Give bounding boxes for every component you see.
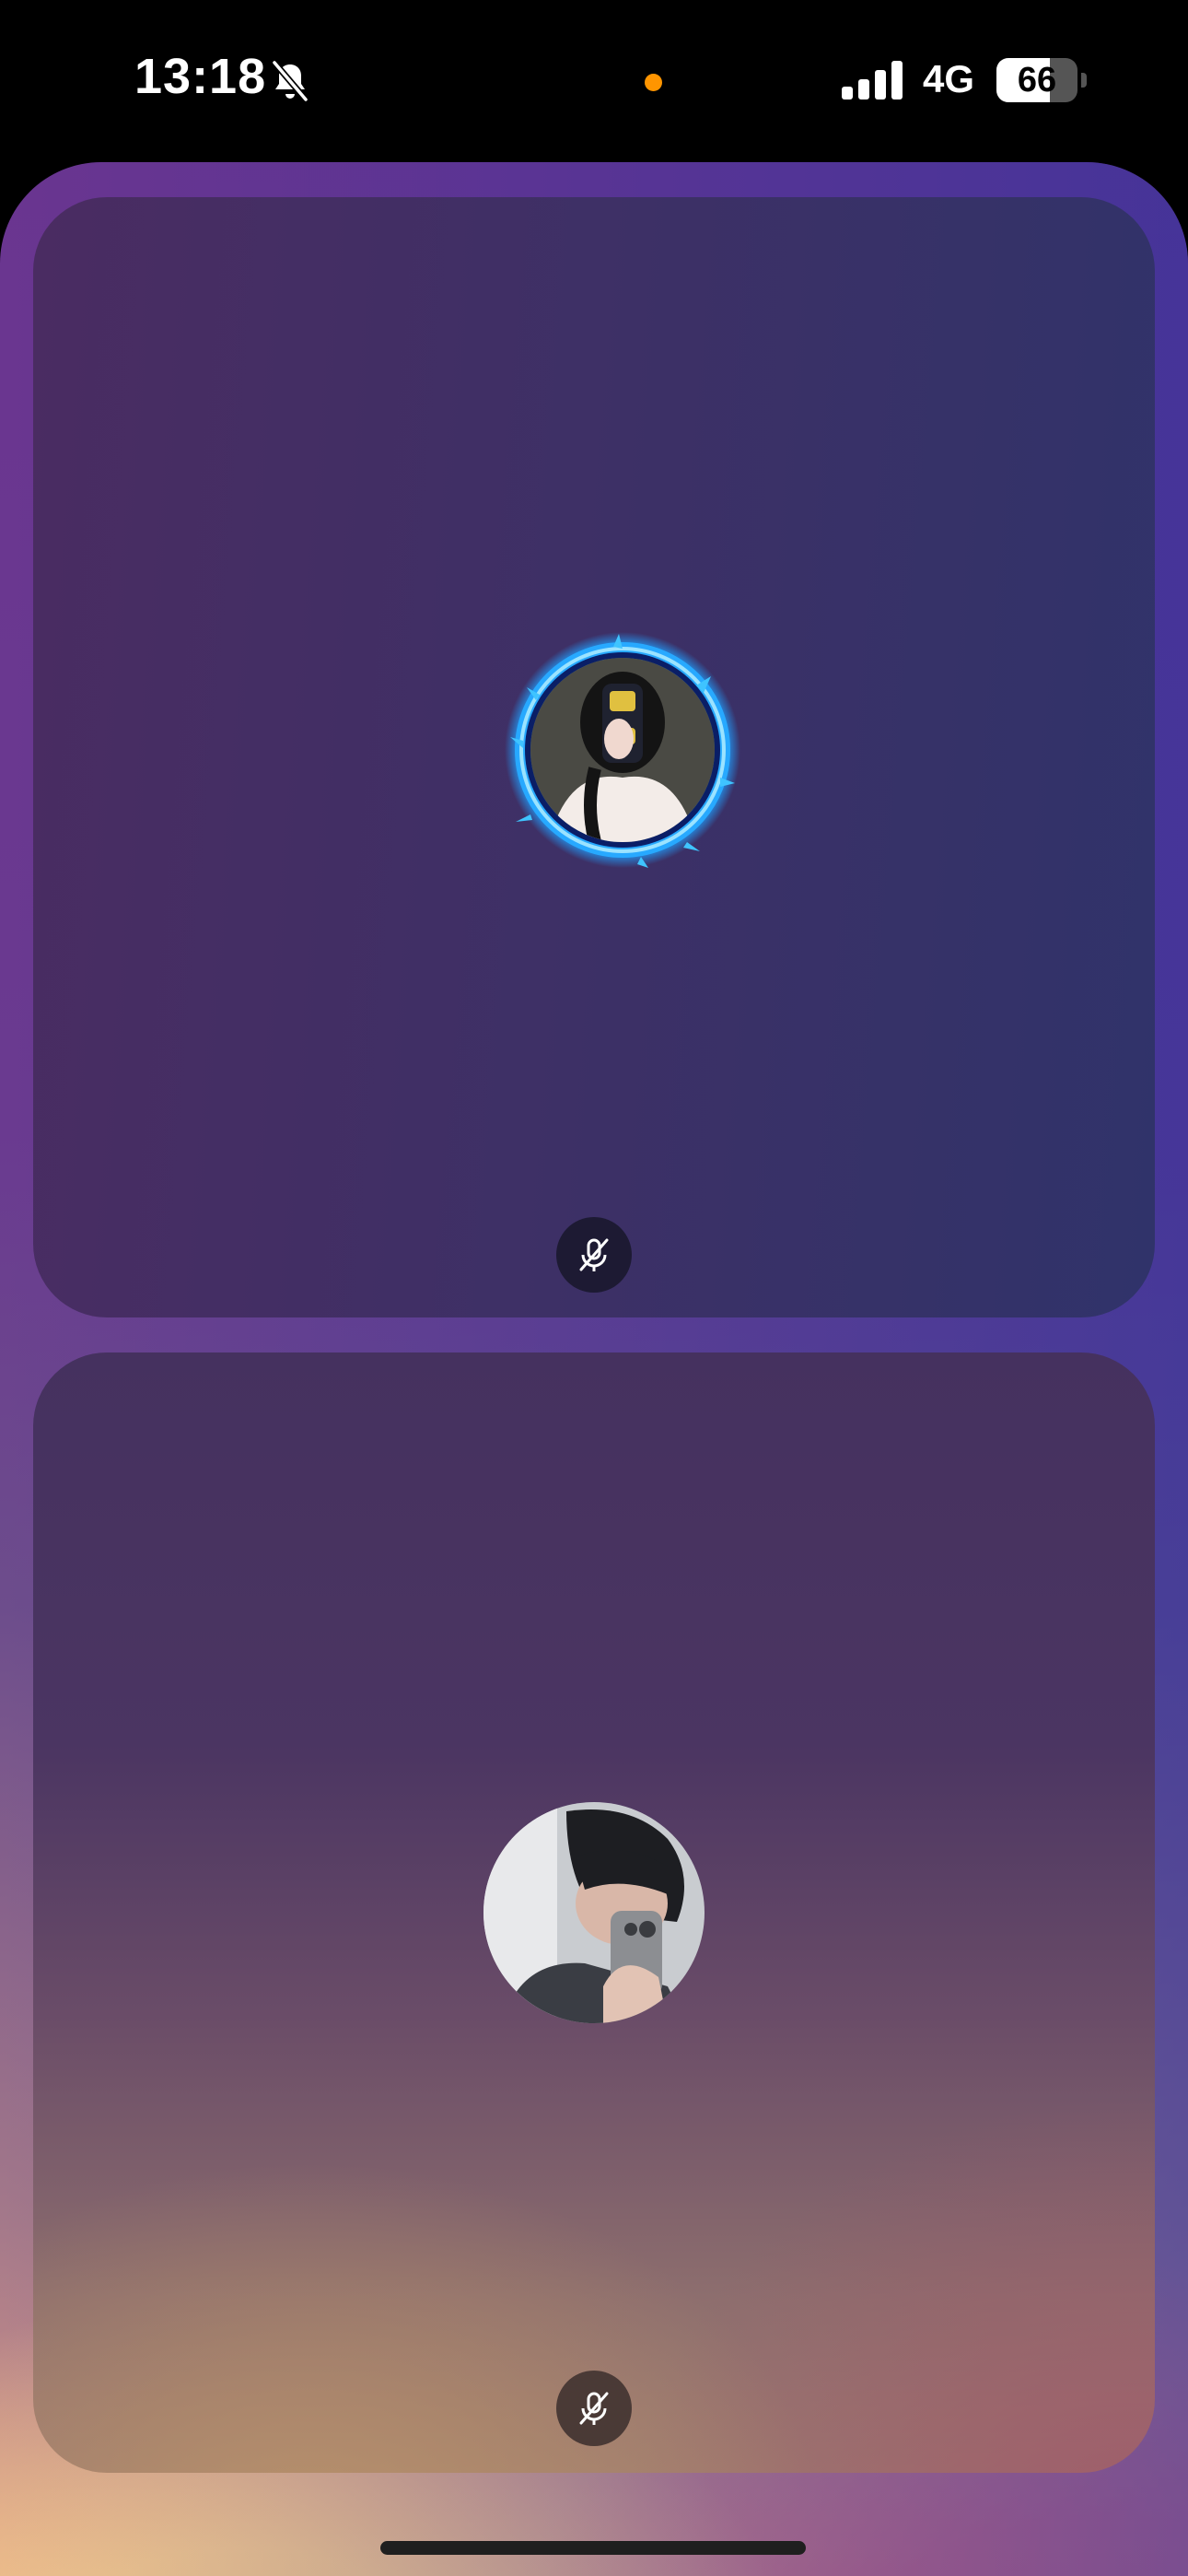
home-indicator[interactable]: [380, 2541, 806, 2555]
mic-muted-indicator-bottom: [556, 2371, 632, 2446]
cellular-signal-icon: [842, 61, 903, 100]
battery-icon: 66: [996, 58, 1087, 102]
participant-tile-top[interactable]: [33, 197, 1155, 1317]
microphone-slash-icon: [579, 2392, 609, 2425]
status-bar: 13:18 4G 66: [0, 0, 1188, 161]
status-time: 13:18: [134, 49, 267, 104]
avatar-image: [530, 658, 715, 842]
bell-slash-icon: [271, 59, 309, 103]
privacy-indicator-dot: [645, 74, 662, 91]
battery-level: 66: [1017, 61, 1057, 100]
participant-avatar-bottom[interactable]: [483, 1802, 705, 2023]
mic-muted-indicator-top: [556, 1217, 632, 1293]
network-type: 4G: [923, 57, 975, 100]
screen: 13:18 4G 66: [0, 0, 1188, 2576]
microphone-slash-icon: [579, 1238, 609, 1271]
participant-tile-bottom[interactable]: [33, 1352, 1155, 2473]
participant-avatar-top[interactable]: [503, 630, 742, 870]
